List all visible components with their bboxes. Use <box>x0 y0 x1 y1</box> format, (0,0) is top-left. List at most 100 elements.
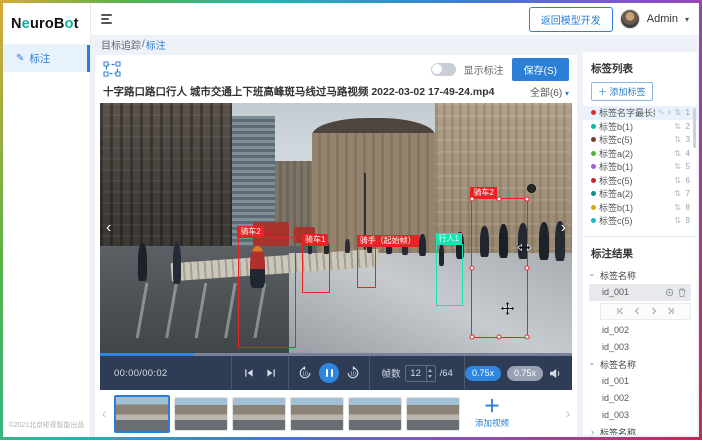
avatar[interactable] <box>620 9 640 29</box>
annotation-box[interactable]: 骑车2 <box>471 198 528 338</box>
pager-next-icon[interactable] <box>650 307 658 315</box>
video-thumbnail[interactable] <box>348 397 402 431</box>
annotation-box[interactable]: 骑车1 <box>302 245 330 293</box>
annotation-workspace: 显示标注 保存(S) 十字路口路口行人 城市交通上下班高峰斑马线过马路视频 20… <box>95 55 577 437</box>
frame-number-value[interactable]: 12 <box>406 366 426 381</box>
trash-icon[interactable] <box>678 288 686 297</box>
label-item[interactable]: 标签c(5)⇅6 <box>583 174 697 188</box>
result-group-header[interactable]: ›标签名称 <box>589 267 691 284</box>
stepper-up-icon[interactable] <box>427 366 435 374</box>
scrollbar[interactable] <box>693 108 696 148</box>
add-video-button[interactable]: ＋ 添加视频 <box>464 393 520 435</box>
seek-bar[interactable] <box>100 353 572 356</box>
skip-to-start-icon[interactable] <box>244 368 254 378</box>
thumbs-prev-icon[interactable]: ‹ <box>98 406 110 421</box>
pager-last-icon[interactable] <box>667 307 675 315</box>
sidebar-item-annotate[interactable]: ✎ 标注 <box>3 45 90 72</box>
video-thumbnail[interactable] <box>290 397 344 431</box>
sort-icon[interactable]: ⇅ <box>674 122 681 131</box>
result-item[interactable]: id_001 <box>589 373 691 390</box>
sort-icon[interactable]: ⇅ <box>674 149 681 158</box>
result-tree: ›标签名称id_001id_002id_003›标签名称id_001id_002… <box>583 267 697 436</box>
annotation-box[interactable]: 骑手（起始帧） <box>357 246 376 288</box>
pencil-icon: ✎ <box>16 53 24 64</box>
sort-icon[interactable]: ⇅ <box>674 108 681 117</box>
video-thumbnail[interactable] <box>174 397 228 431</box>
user-name[interactable]: Admin <box>647 13 678 25</box>
result-item[interactable]: id_001 <box>589 284 691 301</box>
result-item[interactable]: id_003 <box>589 407 691 424</box>
label-item[interactable]: 标签b(1)⇅2 <box>583 120 697 134</box>
label-item[interactable]: 标签b(1)⇅8 <box>583 201 697 215</box>
video-thumbnail[interactable] <box>406 397 460 431</box>
sort-icon[interactable]: ⇅ <box>674 216 681 225</box>
resize-handle[interactable] <box>497 197 502 202</box>
save-button[interactable]: 保存(S) <box>512 58 569 81</box>
delete-icon[interactable]: × <box>667 108 672 117</box>
resize-handle[interactable] <box>524 266 529 271</box>
label-item[interactable]: 标签c(5)⇅9 <box>583 214 697 228</box>
show-annotations-toggle[interactable] <box>431 63 456 76</box>
visibility-icon[interactable] <box>665 288 674 297</box>
resize-handle[interactable] <box>497 335 502 340</box>
resize-handle[interactable] <box>469 266 474 271</box>
prev-video-arrow-icon[interactable]: ‹ <box>106 220 111 236</box>
video-title: 十字路口路口行人 城市交通上下班高峰斑马线过马路视频 2022-03-02 17… <box>103 84 495 99</box>
resize-handle[interactable] <box>524 197 529 202</box>
filter-dropdown[interactable]: 全部(6) ▾ <box>530 84 569 99</box>
label-item[interactable]: 标签名字最长数...✎×⇅1 <box>583 106 697 120</box>
back-to-model-dev-button[interactable]: 返回模型开发 <box>529 7 613 32</box>
stepper-down-icon[interactable] <box>427 373 435 381</box>
frame-total: /64 <box>440 368 453 379</box>
svg-text:10: 10 <box>303 372 309 378</box>
speed-pill[interactable]: 0.75x <box>507 366 543 381</box>
add-label-button[interactable]: ＋ 添加标签 <box>591 82 653 101</box>
resize-handle[interactable] <box>469 197 474 202</box>
annotation-box[interactable]: 骑车2 <box>238 237 296 348</box>
sort-icon[interactable]: ⇅ <box>674 162 681 171</box>
label-item[interactable]: 标签a(2)⇅4 <box>583 147 697 161</box>
label-item[interactable]: 标签a(2)⇅7 <box>583 187 697 201</box>
bounding-box-tool-icon[interactable] <box>103 61 121 77</box>
result-id: id_001 <box>602 287 629 297</box>
edit-icon[interactable]: ✎ <box>658 108 665 117</box>
pause-button[interactable] <box>319 363 339 383</box>
result-item[interactable]: id_003 <box>589 339 691 356</box>
label-color-dot <box>591 151 596 156</box>
skip-to-end-icon[interactable] <box>266 368 276 378</box>
breadcrumb-parent[interactable]: 目标追踪 <box>101 37 141 52</box>
result-item[interactable]: id_002 <box>589 390 691 407</box>
result-group-header[interactable]: ›标签名称 <box>589 424 691 436</box>
resize-handle[interactable] <box>469 335 474 340</box>
frame-number-input[interactable]: 12 <box>405 365 436 382</box>
video-thumbnail[interactable] <box>232 397 286 431</box>
sort-icon[interactable]: ⇅ <box>674 176 681 185</box>
frame-stepper[interactable] <box>426 366 435 381</box>
label-item[interactable]: 标签b(1)⇅5 <box>583 160 697 174</box>
result-group-header[interactable]: ›标签名称 <box>589 356 691 373</box>
result-item[interactable]: id_002 <box>589 322 691 339</box>
forward-10-icon[interactable]: 10 <box>346 366 360 380</box>
label-order: 3 <box>684 135 690 144</box>
pager-prev-icon[interactable] <box>633 307 641 315</box>
chevron-right-icon: › <box>589 427 596 435</box>
thumbnail-row <box>114 395 460 433</box>
label-item[interactable]: 标签c(5)⇅3 <box>583 133 697 147</box>
video-stage[interactable]: 骑车2骑车1骑手（起始帧）行人1骑车2 ‹ › <box>100 103 572 353</box>
thumbs-next-icon[interactable]: › <box>562 406 574 421</box>
sort-icon[interactable]: ⇅ <box>674 203 681 212</box>
resize-handle[interactable] <box>524 335 529 340</box>
menu-fold-icon[interactable] <box>101 14 112 24</box>
annotation-box[interactable]: 行人1 <box>436 244 463 306</box>
sort-icon[interactable]: ⇅ <box>674 189 681 198</box>
pager-first-icon[interactable] <box>616 307 624 315</box>
sort-icon[interactable]: ⇅ <box>674 135 681 144</box>
label-order: 6 <box>684 176 690 185</box>
volume-icon[interactable] <box>549 368 562 379</box>
next-video-arrow-icon[interactable]: › <box>561 220 566 236</box>
video-thumbnail[interactable] <box>114 395 170 433</box>
results-title: 标注结果 <box>583 237 697 267</box>
speed-pill[interactable]: 0.75x <box>465 366 501 381</box>
rewind-10-icon[interactable]: 10 <box>298 366 312 380</box>
frame-count-label: 帧数 <box>382 366 401 380</box>
